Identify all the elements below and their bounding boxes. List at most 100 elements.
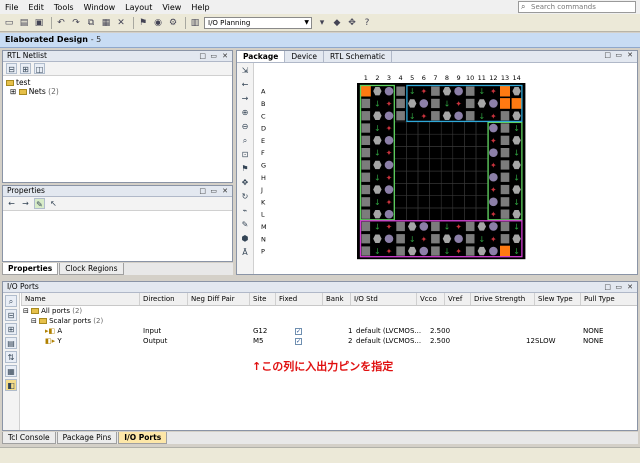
pin-site[interactable]	[500, 160, 510, 170]
pin-site[interactable]	[396, 234, 405, 244]
help-icon[interactable]: ?	[361, 17, 373, 29]
pin-site[interactable]	[361, 123, 371, 133]
special-pin[interactable]	[360, 85, 371, 97]
tab-clock-regions[interactable]: Clock Regions	[59, 263, 124, 275]
pin-site[interactable]: ↓	[374, 99, 381, 108]
pin-site[interactable]: ✦	[386, 124, 393, 133]
port-site[interactable]: G12	[253, 326, 267, 336]
tab-tcl-console[interactable]: Tcl Console	[2, 432, 56, 444]
pin-site[interactable]: ↓	[478, 112, 485, 121]
pin-site[interactable]	[384, 111, 394, 121]
pin-site[interactable]: ✦	[420, 112, 427, 121]
close-icon[interactable]: ✕	[627, 282, 633, 292]
menu-window[interactable]: Window	[79, 3, 121, 12]
port-icon[interactable]: ◧	[5, 379, 17, 391]
pin-site[interactable]: ✦	[490, 235, 497, 244]
col-io-std[interactable]: I/O Std	[350, 293, 416, 305]
pin-site[interactable]	[489, 172, 498, 182]
col-vcco[interactable]: Vcco	[416, 293, 444, 305]
close-icon[interactable]: ✕	[627, 51, 633, 59]
restore-icon[interactable]: □	[604, 282, 611, 292]
pin-site[interactable]: ✦	[386, 173, 393, 182]
pin-site[interactable]: ✦	[420, 235, 427, 244]
pin-site[interactable]	[396, 111, 405, 121]
pin-site[interactable]: ✦	[386, 222, 393, 231]
close-icon[interactable]: ✕	[222, 51, 228, 61]
pin-site[interactable]	[396, 221, 405, 232]
port-fixed-checkbox[interactable]: ✓	[295, 336, 302, 346]
pin-site[interactable]: ↓	[374, 222, 381, 231]
restore-icon[interactable]: □	[199, 51, 206, 61]
collapse-icon[interactable]: ⊟	[31, 317, 37, 325]
pin-site[interactable]	[500, 172, 510, 182]
pin-site[interactable]: ↓	[374, 198, 381, 207]
synth-icon[interactable]: ◉	[152, 17, 164, 29]
pin-site[interactable]	[489, 246, 498, 256]
pin-site[interactable]: ↓	[513, 173, 520, 182]
pin-site[interactable]	[431, 86, 440, 96]
arrow-left-icon[interactable]: ←	[239, 79, 251, 91]
pin-site[interactable]	[431, 221, 440, 232]
pin-site[interactable]: ✦	[490, 161, 497, 170]
col-vref[interactable]: Vref	[444, 293, 470, 305]
pin-site[interactable]	[465, 221, 475, 232]
pin-site[interactable]: ✦	[386, 149, 393, 158]
flag-icon[interactable]: ⚑	[239, 163, 251, 175]
pin-site[interactable]: ✦	[455, 247, 462, 256]
pin-site[interactable]: ✦	[490, 112, 497, 121]
pin-site[interactable]: ↓	[374, 124, 381, 133]
maximize-icon[interactable]: ▭	[615, 282, 622, 292]
pin-site[interactable]: ↓	[513, 149, 520, 158]
col-name[interactable]: Name	[21, 293, 139, 305]
collapse-all-icon[interactable]: ⊟	[6, 63, 17, 74]
pin-site[interactable]	[361, 160, 371, 170]
zoom-area-icon[interactable]: ⊡	[239, 149, 251, 161]
pin-site[interactable]: ✦	[455, 99, 462, 108]
zoom-fit-icon[interactable]: ◆	[331, 17, 343, 29]
pin-site[interactable]: ↓	[513, 198, 520, 207]
table-row[interactable]: ◧▸ Y Output M5 ✓ 2 default (LVCMOS... 2.…	[21, 336, 637, 346]
pin-site[interactable]: ✦	[490, 186, 497, 195]
pin-site[interactable]	[500, 209, 510, 219]
pin-site[interactable]	[396, 98, 405, 109]
pin-site[interactable]	[500, 148, 510, 158]
port-site[interactable]: M5	[253, 336, 264, 346]
col-fixed[interactable]: Fixed	[275, 293, 322, 305]
pin-site[interactable]: ✦	[386, 198, 393, 207]
pin-site[interactable]: ↓	[513, 222, 520, 231]
zoom-out-icon[interactable]: ⊖	[239, 121, 251, 133]
arrow-right-icon[interactable]: →	[239, 93, 251, 105]
col-slew-type[interactable]: Slew Type	[534, 293, 580, 305]
col-pull-type[interactable]: Pull Type	[580, 293, 637, 305]
pin-site[interactable]	[431, 234, 440, 244]
pin-site[interactable]	[489, 123, 498, 133]
pin-site[interactable]	[396, 246, 405, 256]
properties-edit-icon[interactable]: ✎	[34, 198, 45, 209]
pin-site[interactable]	[361, 98, 371, 109]
table-row-scalar-ports[interactable]: ⊟ Scalar ports (2)	[21, 316, 637, 326]
pin-site[interactable]: ↓	[513, 247, 520, 256]
pin-site[interactable]	[500, 184, 510, 195]
pin-site[interactable]: ✦	[490, 136, 497, 145]
pin-site[interactable]	[454, 111, 463, 121]
pin-site[interactable]	[489, 197, 498, 207]
pin-site[interactable]	[361, 184, 371, 195]
pin-site[interactable]	[396, 86, 405, 96]
pin-site[interactable]	[454, 234, 463, 244]
pin-site[interactable]: ↓	[444, 222, 451, 231]
expand-all-icon[interactable]: ⊞	[20, 63, 31, 74]
pin-site[interactable]	[419, 246, 429, 256]
pin-site[interactable]: ↓	[374, 149, 381, 158]
special-pin[interactable]	[500, 245, 510, 257]
pin-site[interactable]	[384, 185, 394, 194]
run-icon[interactable]: ⚑	[137, 17, 149, 29]
settings-icon[interactable]: ⚙	[167, 17, 179, 29]
close-icon[interactable]: ✕	[222, 186, 228, 196]
maximize-icon[interactable]: ▭	[615, 51, 622, 59]
col-site[interactable]: Site	[249, 293, 275, 305]
special-pin[interactable]	[511, 98, 522, 109]
pin-site[interactable]	[500, 234, 510, 244]
col-neg-diff-pair[interactable]: Neg Diff Pair	[187, 293, 249, 305]
tab-rtl-schematic[interactable]: RTL Schematic	[324, 51, 393, 62]
pin-site[interactable]	[361, 234, 371, 244]
